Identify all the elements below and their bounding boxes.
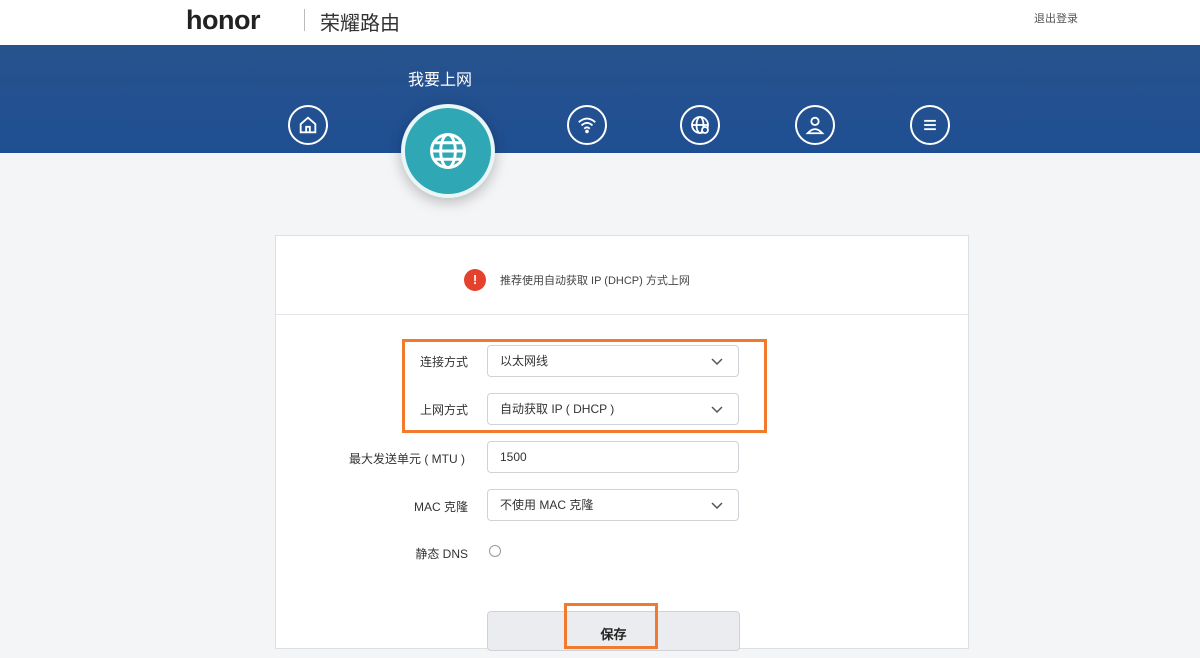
mtu-label: 最大发送单元 ( MTU ) (349, 452, 465, 466)
nav-home[interactable] (288, 105, 328, 145)
globe-icon (430, 133, 466, 169)
connection-type-select[interactable]: 以太网线 (487, 345, 739, 377)
menu-icon (924, 119, 936, 131)
chevron-down-icon (711, 406, 723, 414)
nav-user[interactable] (795, 105, 835, 145)
internet-mode-select[interactable]: 自动获取 IP ( DHCP ) (487, 393, 739, 425)
logout-link[interactable]: 退出登录 (1034, 10, 1078, 26)
mtu-input[interactable]: 1500 (487, 441, 739, 473)
nav-active-title: 我要上网 (408, 72, 473, 89)
chevron-down-icon (711, 502, 723, 510)
internet-mode-label: 上网方式 (419, 403, 468, 417)
home-icon (299, 116, 317, 134)
top-bar: honor 荣耀路由 退出登录 (0, 0, 1200, 45)
logo-divider (304, 9, 305, 31)
network-settings-icon (691, 116, 709, 134)
nav-network-settings[interactable] (680, 105, 720, 145)
mtu-value: 1500 (500, 450, 527, 464)
alert-message: 推荐使用自动获取 IP (DHCP) 方式上网 (500, 275, 690, 287)
static-dns-label: 静态 DNS (415, 547, 468, 561)
mac-clone-value: 不使用 MAC 克隆 (500, 498, 594, 512)
nav-menu[interactable] (910, 105, 950, 145)
nav-internet[interactable] (401, 104, 495, 198)
chevron-down-icon (711, 358, 723, 366)
mac-clone-select[interactable]: 不使用 MAC 克隆 (487, 489, 739, 521)
internet-mode-value: 自动获取 IP ( DHCP ) (500, 402, 615, 416)
wifi-icon (578, 117, 596, 134)
nav-wifi[interactable] (567, 105, 607, 145)
alert-icon: ! (464, 269, 486, 291)
user-icon (805, 116, 825, 135)
honor-logo: honor (186, 5, 260, 35)
save-button[interactable]: 保存 (487, 611, 740, 651)
product-name: 荣耀路由 (320, 13, 400, 35)
connection-type-value: 以太网线 (500, 354, 549, 368)
card-header: ! 推荐使用自动获取 IP (DHCP) 方式上网 (276, 236, 968, 315)
mac-clone-label: MAC 克隆 (413, 500, 468, 514)
connection-type-label: 连接方式 (419, 355, 468, 369)
static-dns-toggle[interactable] (489, 545, 501, 557)
